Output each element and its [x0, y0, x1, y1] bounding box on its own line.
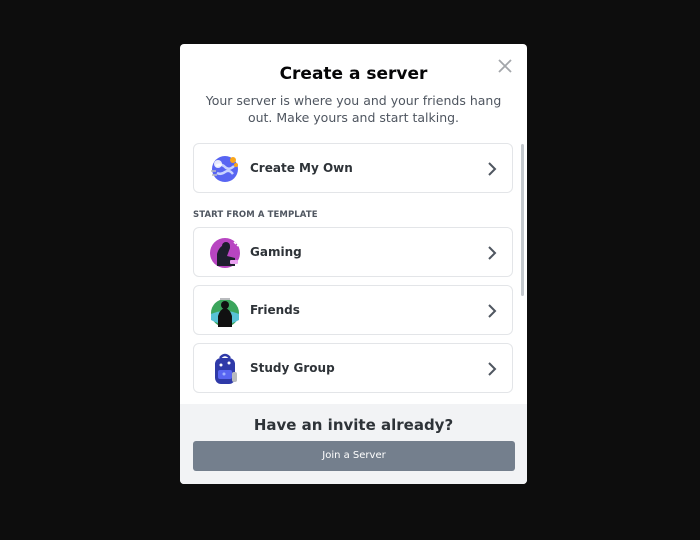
study-group-icon [208, 352, 242, 386]
close-icon [498, 59, 512, 73]
template-study-group-button[interactable]: Study Group [193, 343, 513, 393]
close-button[interactable] [495, 56, 515, 76]
modal-title: Create a server [279, 64, 428, 84]
template-gaming-label: Gaming [250, 245, 302, 259]
modal-scroll-area[interactable]: Create a server Your server is where you… [180, 44, 527, 404]
template-study-group-label: Study Group [250, 361, 335, 375]
gaming-icon [208, 236, 242, 270]
chevron-right-icon [486, 161, 498, 176]
template-friends-button[interactable]: Friends [193, 285, 513, 335]
create-my-own-button[interactable]: Create My Own [193, 143, 513, 193]
modal-subtitle: Your server is where you and your friend… [205, 93, 502, 125]
template-section-header: START FROM A TEMPLATE [193, 210, 318, 220]
join-server-button[interactable]: Join a Server [193, 441, 515, 471]
globe-icon [208, 152, 242, 186]
friends-icon [208, 294, 242, 328]
chevron-right-icon [486, 303, 498, 318]
create-my-own-label: Create My Own [250, 161, 353, 175]
template-gaming-button[interactable]: Gaming [193, 227, 513, 277]
create-server-modal: Create a server Your server is where you… [180, 44, 527, 484]
scrollbar[interactable] [521, 144, 524, 296]
modal-footer: Have an invite already? Join a Server [180, 404, 527, 484]
chevron-right-icon [486, 361, 498, 376]
invite-heading: Have an invite already? [253, 416, 454, 434]
chevron-right-icon [486, 245, 498, 260]
template-friends-label: Friends [250, 303, 300, 317]
